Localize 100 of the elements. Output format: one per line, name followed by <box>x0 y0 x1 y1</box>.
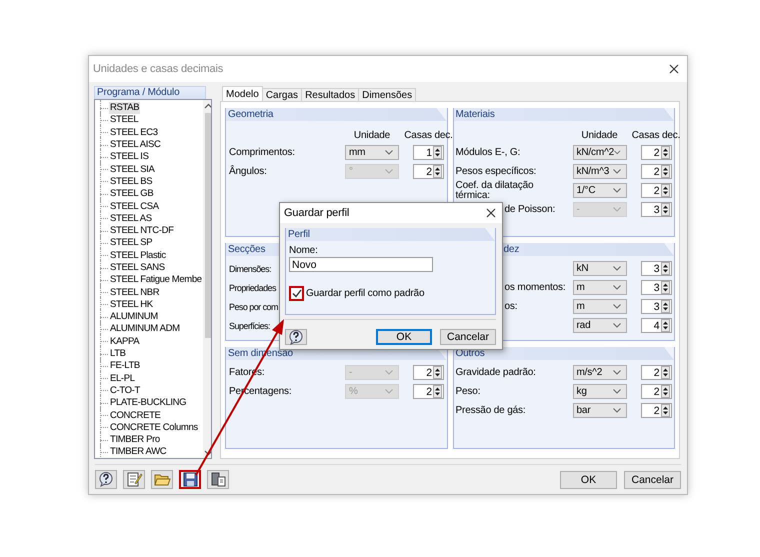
scroll-thumb[interactable] <box>204 113 211 338</box>
tree-item[interactable]: STEEL SP <box>109 237 154 250</box>
field-label: Gravidade padrão: <box>456 368 536 378</box>
unit-dropdown[interactable]: m/s^2 <box>572 365 626 380</box>
unit-dropdown[interactable]: m <box>572 280 626 295</box>
spin-arrows-icon <box>433 385 442 398</box>
tree-item[interactable]: CONCRETE Columns <box>109 422 199 434</box>
tab[interactable]: Modelo <box>222 86 263 101</box>
close-button[interactable] <box>667 62 681 76</box>
tree-item[interactable]: STEEL Plastic <box>109 250 167 262</box>
tree-item[interactable]: TIMBER AWC <box>109 446 168 458</box>
number-spinner[interactable]: 4 <box>640 318 672 333</box>
help-button[interactable] <box>95 470 117 489</box>
tree-item[interactable]: STEEL AISC <box>109 139 162 152</box>
checkbox[interactable] <box>289 286 304 301</box>
number-spinner[interactable]: 2 <box>413 164 444 179</box>
column-header: Unidade <box>581 130 618 141</box>
panel-header: Programa / Módulo <box>94 86 206 99</box>
tree-item[interactable]: EL-PL <box>109 372 136 385</box>
ok-button[interactable]: OK <box>376 329 432 345</box>
unit-dropdown[interactable]: kg <box>572 384 626 399</box>
tab[interactable]: Cargas <box>262 88 302 101</box>
open-button[interactable] <box>151 470 173 489</box>
tree-item[interactable]: STEEL SIA <box>109 164 156 176</box>
checkbox-label: Guardar perfil como padrão <box>306 288 424 299</box>
number-spinner[interactable]: 2 <box>640 164 672 179</box>
tab[interactable]: Resultados <box>301 88 360 101</box>
unit-dropdown[interactable]: m <box>572 299 626 314</box>
tree-item[interactable]: FE-LTB <box>109 360 141 372</box>
tree-item[interactable]: STEEL NBR <box>109 286 160 299</box>
number-spinner[interactable]: 2 <box>640 403 672 418</box>
number-spinner[interactable]: 2 <box>640 365 672 380</box>
name-field[interactable]: Novo <box>289 257 433 272</box>
number-spinner[interactable]: 1 <box>413 145 444 160</box>
scroll-down-icon <box>202 449 211 457</box>
check-icon <box>292 289 302 298</box>
unit-dropdown[interactable]: 1/°C <box>572 183 626 198</box>
tree-item[interactable]: STEEL GB <box>109 188 154 200</box>
chevron-down-icon <box>612 188 620 193</box>
tree-item[interactable]: CONCRETE <box>109 410 162 422</box>
tree-item[interactable]: STEEL EC3 <box>109 126 159 139</box>
tree-item[interactable]: KAPPA <box>109 336 140 348</box>
tree-item[interactable]: PLATE-BUCKLING <box>109 397 188 410</box>
close-icon <box>486 208 496 218</box>
column-header: Unidade <box>354 130 390 141</box>
chevron-down-icon <box>614 150 620 155</box>
tree-item[interactable]: ALUMINUM ADM <box>109 323 181 336</box>
unit-dropdown[interactable]: rad <box>572 318 626 333</box>
number-spinner[interactable]: 2 <box>640 183 672 198</box>
tree-item[interactable]: STEEL Fatigue Membe <box>109 274 203 286</box>
unit-dropdown[interactable]: bar <box>572 403 626 418</box>
field-label: Dimensões: <box>229 264 272 274</box>
field-label: Coef. da dilatação térmica: <box>456 180 534 200</box>
chevron-down-icon <box>612 304 620 309</box>
tab[interactable]: Dimensões <box>358 88 416 101</box>
tree-item[interactable]: STEEL AS <box>109 212 153 225</box>
number-spinner[interactable]: 3 <box>640 261 672 276</box>
number-spinner[interactable]: 3 <box>640 299 672 314</box>
chevron-down-icon <box>612 323 620 328</box>
cancel-button[interactable]: Cancelar <box>624 470 681 488</box>
number-spinner[interactable]: 2 <box>640 145 672 160</box>
unit-dropdown[interactable]: kN/cm^2 <box>572 145 626 160</box>
save-button[interactable] <box>179 470 201 489</box>
unit-dropdown[interactable]: mm <box>345 145 399 160</box>
group-title: Materiais <box>456 109 495 120</box>
tree-item[interactable]: STEEL <box>109 114 140 126</box>
field-label: Pressão de gás: <box>456 406 526 416</box>
scrollbar[interactable] <box>202 100 211 458</box>
tree-item[interactable]: STEEL IS <box>109 151 150 164</box>
spin-arrows-icon <box>660 404 670 417</box>
number-spinner[interactable]: 2 <box>640 384 672 399</box>
unit-dropdown[interactable]: kN/m^3 <box>572 164 626 179</box>
group-title: dez <box>504 244 520 255</box>
help-button[interactable] <box>285 329 307 345</box>
tree-item[interactable]: STEEL CSA <box>109 200 160 213</box>
tree-item[interactable]: STEEL BS <box>109 176 154 188</box>
number-spinner[interactable]: 3 <box>640 280 672 295</box>
tree-item[interactable]: ALUMINUM <box>109 311 159 324</box>
cancel-button[interactable]: Cancelar <box>440 329 496 345</box>
field-label: Módulos E-, G: <box>456 148 520 158</box>
tree-item[interactable]: C-TO-T <box>109 384 141 397</box>
number-spinner[interactable]: 3 <box>640 202 672 217</box>
notepad-pencil-icon <box>126 471 142 488</box>
tree-item[interactable]: RSTAB <box>109 102 140 114</box>
edit-button[interactable] <box>123 470 145 489</box>
tree-item[interactable]: STEEL SANS <box>109 262 166 274</box>
tree-item[interactable]: TIMBER Pro <box>109 434 161 446</box>
tree-item[interactable]: STEEL HK <box>109 298 154 311</box>
close-button[interactable] <box>484 206 498 220</box>
help-icon <box>98 471 114 488</box>
tree-item[interactable]: LTB <box>109 348 127 360</box>
export-button[interactable] <box>207 470 229 489</box>
unit-dropdown[interactable]: kN <box>572 261 626 276</box>
spin-arrows-icon <box>660 366 670 379</box>
number-spinner[interactable]: 2 <box>413 365 444 380</box>
chevron-down-icon <box>385 370 393 375</box>
group-title: Perfil <box>288 229 310 240</box>
ok-button[interactable]: OK <box>560 470 617 488</box>
number-spinner[interactable]: 2 <box>413 384 444 399</box>
tree-item[interactable]: STEEL NTC-DF <box>109 225 175 238</box>
